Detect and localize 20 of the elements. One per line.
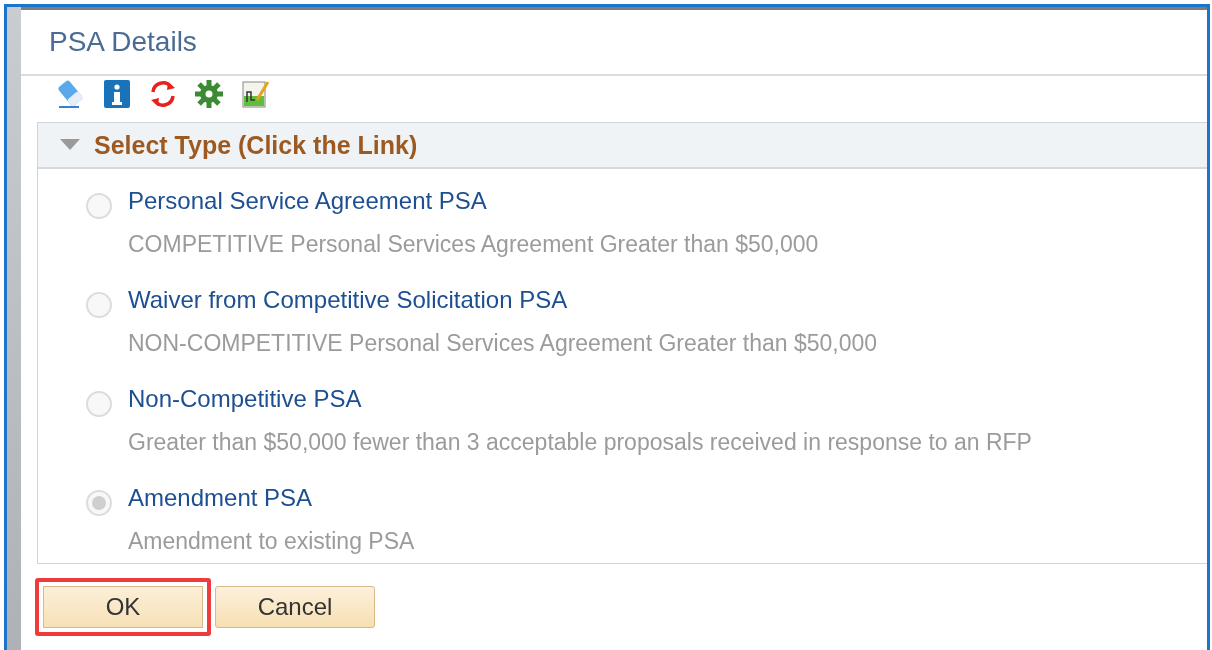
section-header[interactable]: Select Type (Click the Link) — [38, 123, 1207, 169]
option-link[interactable]: Non-Competitive PSA — [128, 385, 362, 413]
cancel-button[interactable]: Cancel — [215, 586, 375, 628]
option-link[interactable]: Personal Service Agreement PSA — [128, 187, 487, 215]
radio-button[interactable] — [86, 391, 112, 417]
option-link[interactable]: Waiver from Competitive Solicitation PSA — [128, 286, 568, 314]
info-icon[interactable] — [101, 78, 133, 110]
dialog-title: PSA Details — [49, 26, 197, 58]
collapse-triangle-icon[interactable] — [60, 139, 80, 151]
radio-button[interactable] — [86, 490, 112, 516]
option-description: Amendment to existing PSA — [128, 528, 415, 555]
ok-button[interactable]: OK — [35, 578, 211, 636]
option-description: NON-COMPETITIVE Personal Services Agreement Greater than $50,000 — [128, 330, 878, 357]
radio-button[interactable] — [86, 193, 112, 219]
radio-button[interactable] — [86, 292, 112, 318]
option-description: Greater than $50,000 fewer than 3 acceptable proposals received in response to an RFP — [128, 429, 1032, 456]
option-link[interactable]: Amendment PSA — [128, 484, 313, 512]
chart-edit-icon[interactable] — [239, 78, 271, 110]
option-description: COMPETITIVE Personal Services Agreement Greater than $50,000 — [128, 231, 819, 258]
settings-icon[interactable] — [193, 78, 225, 110]
